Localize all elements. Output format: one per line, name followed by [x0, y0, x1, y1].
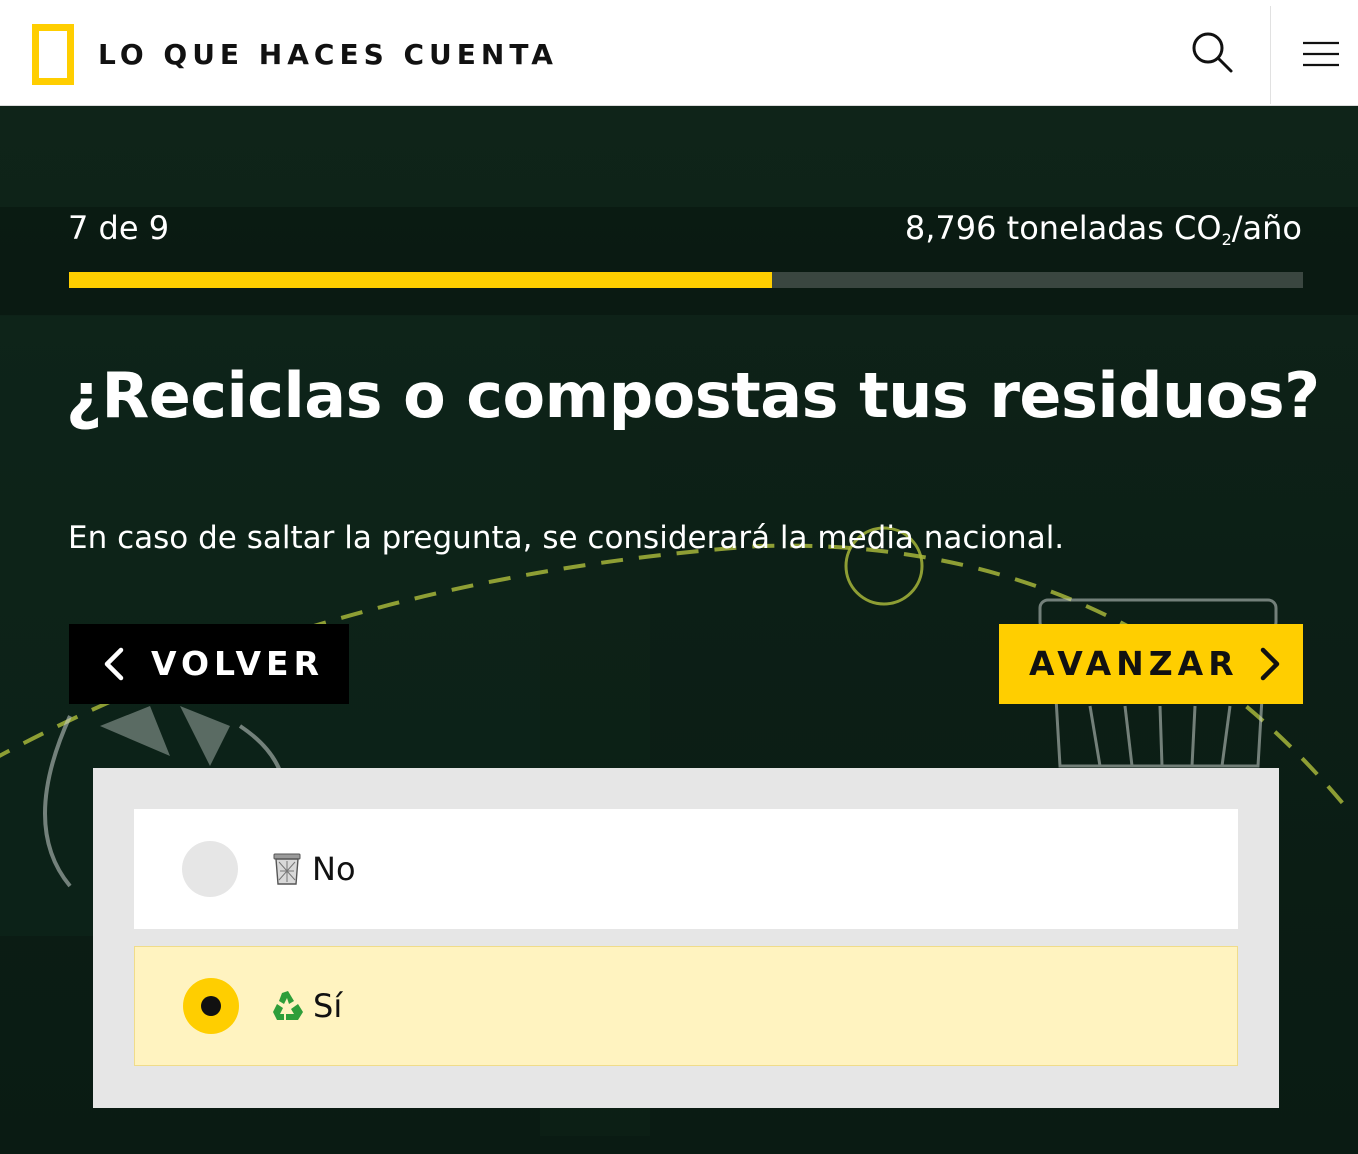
trash-can-icon: [270, 852, 304, 886]
emissions-total: 8,796 toneladas CO2/año: [905, 206, 1302, 262]
question-hint: En caso de saltar la pregunta, se consid…: [68, 520, 1065, 556]
recycle-icon: [271, 989, 305, 1023]
option-yes-label: Sí: [313, 987, 343, 1025]
quiz-section: 7 de 9 8,796 toneladas CO2/año ¿Reciclas…: [0, 106, 1358, 1154]
progress-bar: [69, 272, 1303, 288]
option-yes[interactable]: Sí: [134, 946, 1238, 1066]
back-button-label: VOLVER: [151, 644, 324, 683]
next-button-label: AVANZAR: [1029, 644, 1239, 683]
radio-yes[interactable]: [183, 978, 239, 1034]
option-no-label: No: [312, 850, 356, 888]
header-divider: [1270, 6, 1271, 104]
emissions-value: 8,796 toneladas CO: [904, 209, 1222, 247]
emissions-unit: /año: [1231, 209, 1302, 247]
hamburger-menu-icon: [1303, 41, 1339, 67]
chevron-left-icon: [104, 647, 124, 681]
question-title: ¿Reciclas o compostas tus residuos?: [66, 359, 1320, 432]
site-title[interactable]: LO QUE HACES CUENTA: [98, 38, 558, 72]
search-button[interactable]: [1176, 20, 1250, 86]
nat-geo-logo-icon[interactable]: [32, 24, 74, 85]
next-button[interactable]: AVANZAR: [999, 624, 1303, 704]
chevron-right-icon: [1260, 647, 1279, 681]
site-header: LO QUE HACES CUENTA: [0, 0, 1358, 106]
answer-options: No Sí: [93, 768, 1279, 1108]
back-button[interactable]: VOLVER: [69, 624, 349, 704]
emissions-subscript: 2: [1221, 230, 1232, 249]
progress-bar-fill: [69, 272, 773, 288]
step-counter: 7 de 9: [68, 209, 170, 247]
search-icon: [1192, 32, 1233, 73]
radio-selected-dot: [201, 996, 221, 1016]
menu-button[interactable]: [1288, 22, 1354, 86]
radio-no[interactable]: [182, 841, 238, 897]
option-no[interactable]: No: [134, 809, 1238, 929]
